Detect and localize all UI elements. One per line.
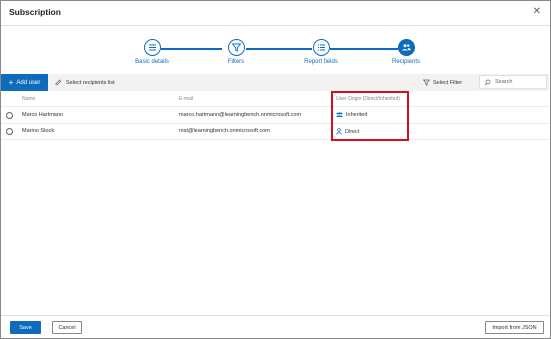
search-placeholder: Search (495, 79, 513, 85)
people-icon (402, 44, 411, 51)
select-recipients-label: Select recipients list (66, 79, 115, 86)
search-input[interactable]: Search (479, 75, 547, 89)
import-from-json-button[interactable]: Import from JSON (485, 321, 544, 334)
search-icon (484, 79, 491, 85)
add-user-label: Add user (16, 79, 41, 86)
step-label-basic-details: Basic details (135, 59, 169, 65)
footer-divider (1, 315, 550, 316)
row-select-radio[interactable] (6, 112, 13, 119)
row-select-radio[interactable] (6, 128, 13, 135)
dialog-title: Subscription (9, 7, 61, 17)
step-filters[interactable] (228, 39, 245, 56)
toolbar: + Add user Select recipients list Select… (1, 74, 549, 91)
edit-list-icon (55, 79, 62, 86)
step-connector (246, 48, 312, 50)
step-recipients[interactable] (398, 39, 415, 56)
close-icon[interactable]: ✕ (533, 6, 541, 17)
select-recipients-list-button[interactable]: Select recipients list (55, 74, 115, 91)
column-header-name[interactable]: Name (22, 96, 35, 102)
wizard-stepper: Basic details Filters Report fields Reci… (0, 38, 551, 70)
select-filter-label: Select Filter (433, 79, 463, 86)
header-divider (1, 25, 550, 26)
add-user-button[interactable]: + Add user (1, 74, 48, 91)
row-divider (1, 139, 549, 140)
row-email: marco.hartmann@learningbench.onmicrosoft… (179, 112, 302, 118)
filter-icon (231, 43, 242, 52)
step-label-report-fields: Report fields (304, 59, 338, 65)
step-label-filters: Filters (227, 59, 245, 65)
header-divider (1, 106, 549, 107)
step-basic-details[interactable] (144, 39, 161, 56)
select-filter-button[interactable]: Select Filter (423, 74, 462, 91)
step-connector (330, 48, 399, 50)
step-report-fields[interactable] (313, 39, 330, 56)
row-name: Marco Hartmann (22, 112, 63, 118)
filter-icon (423, 79, 430, 86)
row-name: Marino Stock (22, 128, 55, 134)
row-divider (1, 123, 549, 124)
plus-icon: + (8, 77, 14, 87)
cancel-button[interactable]: Cancel (52, 321, 82, 334)
list-icon (149, 44, 156, 51)
save-button[interactable]: Save (10, 321, 41, 334)
column-header-email[interactable]: E-mail (179, 96, 193, 102)
highlight-box (331, 91, 409, 141)
row-email: mst@learningbench.onmicrosoft.com (179, 128, 270, 134)
list-icon (318, 44, 325, 51)
step-label-recipients: Recipients (391, 59, 421, 65)
step-connector (161, 48, 222, 50)
